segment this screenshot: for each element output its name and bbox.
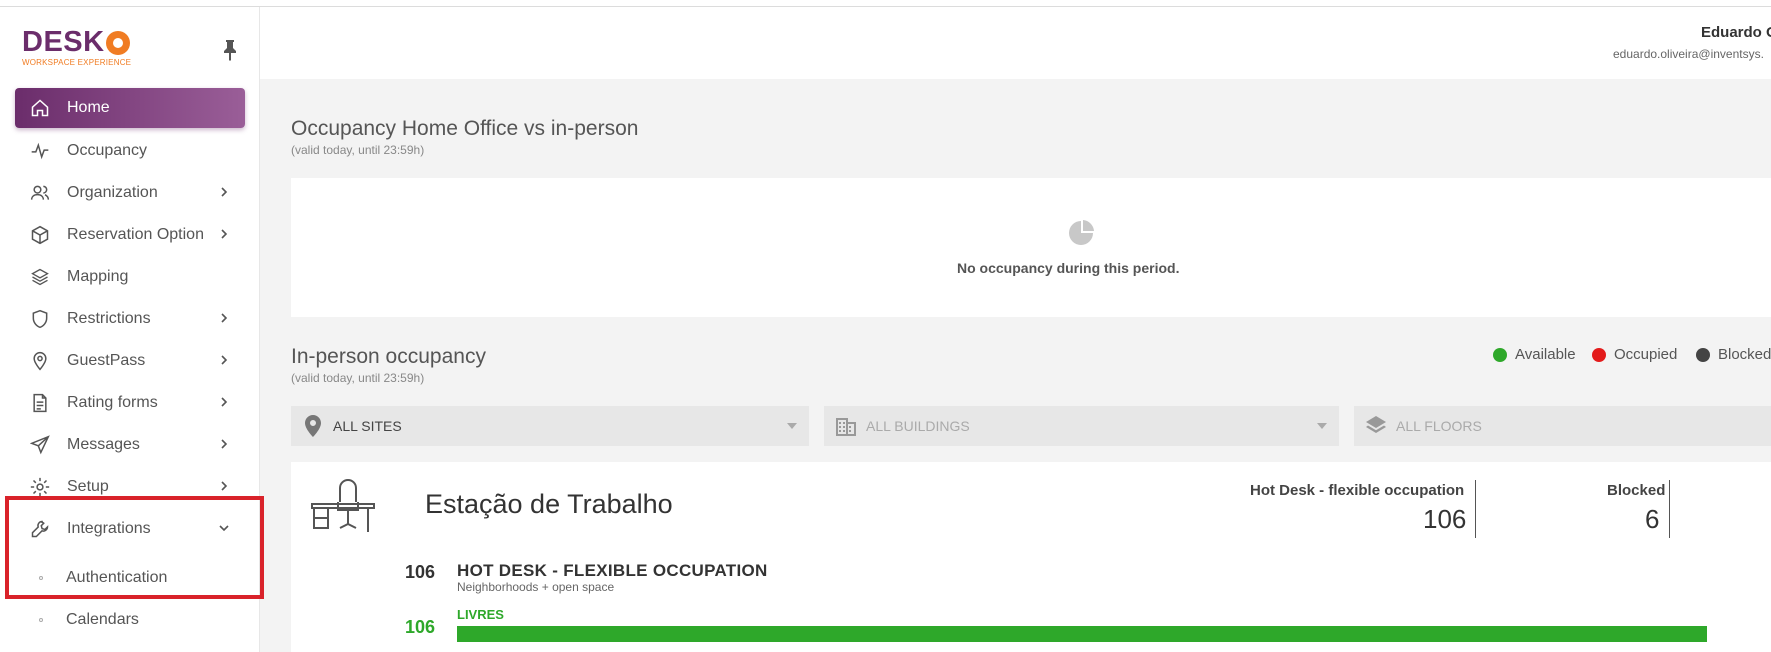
sidebar-item-restrictions[interactable]: Restrictions [15, 299, 245, 339]
row-subtitle: Neighborhoods + open space [457, 580, 615, 594]
floors-filter-value: ALL FLOORS [1396, 418, 1482, 434]
logo-o-mark [105, 30, 130, 55]
occupancy-card [291, 178, 1771, 317]
workstation-title: Estação de Trabalho [425, 489, 673, 519]
logo-tagline: WORKSPACE EXPERIENCE [22, 58, 132, 67]
chevron-right-icon [217, 227, 231, 241]
free-label: LIVRES [457, 607, 504, 622]
location-pin-icon [301, 414, 325, 438]
sidebar-item-label: Restrictions [67, 310, 151, 327]
pulse-icon [29, 140, 51, 162]
chevron-right-icon [217, 311, 231, 325]
gear-icon [29, 476, 51, 498]
legend-label: Blocked [1718, 346, 1771, 363]
legend-label: Occupied [1614, 346, 1678, 363]
sidebar-item-rating-forms[interactable]: Rating forms [15, 383, 245, 423]
chevron-right-icon [217, 395, 231, 409]
legend-dot-blocked [1696, 347, 1710, 362]
sidebar-item-guestpass[interactable]: GuestPass [15, 341, 245, 381]
stat-divider [1669, 480, 1670, 538]
document-icon [29, 392, 51, 414]
layers-icon [29, 266, 51, 288]
user-name[interactable]: Eduardo O [1701, 24, 1771, 41]
top-header [260, 7, 1771, 79]
chevron-down-icon [787, 423, 797, 429]
sites-filter[interactable]: ALL SITES [291, 406, 809, 446]
sidebar-item-messages[interactable]: Messages [15, 425, 245, 465]
legend-blocked: Blocked [1696, 346, 1771, 363]
sidebar-item-reservation-option[interactable]: Reservation Option [15, 215, 245, 255]
no-occupancy-message: No occupancy during this period. [957, 260, 1180, 276]
shield-icon [29, 308, 51, 330]
sidebar-item-label: Mapping [67, 268, 129, 285]
legend-dot-occupied [1592, 347, 1606, 362]
pie-chart-icon [1067, 219, 1095, 247]
highlight-box [5, 496, 264, 599]
sidebar-item-label: Messages [67, 436, 140, 453]
logo-wordmark: DESK [22, 26, 105, 58]
cube-icon [29, 224, 51, 246]
sidebar-item-mapping[interactable]: Mapping [15, 257, 245, 297]
sidebar-item-label: GuestPass [67, 352, 146, 369]
legend-available: Available [1493, 346, 1576, 363]
chevron-right-icon [217, 437, 231, 451]
availability-bar-fill [457, 626, 1707, 642]
users-icon [29, 182, 51, 204]
stat-label-blocked: Blocked [1607, 482, 1666, 499]
bullet-icon [39, 618, 43, 622]
stat-value-blocked: 6 [1645, 504, 1660, 534]
sidebar-item-organization[interactable]: Organization [15, 173, 245, 213]
stat-value-hot-desk: 106 [1423, 504, 1467, 534]
floors-filter[interactable]: ALL FLOORS [1354, 406, 1771, 446]
stat-divider [1475, 480, 1476, 538]
occupancy-section-subtitle: (valid today, until 23:59h) [291, 143, 425, 157]
sidebar-subitem-label: Calendars [66, 611, 139, 628]
chevron-right-icon [217, 479, 231, 493]
desko-logo[interactable]: DESK WORKSPACE EXPERIENCE [22, 26, 131, 67]
chevron-right-icon [217, 353, 231, 367]
row-title: HOT DESK - FLEXIBLE OCCUPATION [457, 561, 768, 580]
top-border [0, 0, 1771, 7]
sidebar-item-label: Rating forms [67, 394, 158, 411]
row-total-count: 106 [405, 562, 436, 582]
stat-label-hot-desk: Hot Desk - flexible occupation [1250, 482, 1465, 499]
sidebar-item-label: Organization [67, 184, 158, 201]
buildings-filter-value: ALL BUILDINGS [866, 418, 970, 434]
inperson-section-subtitle: (valid today, until 23:59h) [291, 371, 425, 385]
buildings-filter[interactable]: ALL BUILDINGS [824, 406, 1339, 446]
home-icon [29, 97, 51, 119]
building-icon [834, 414, 858, 438]
legend-dot-available [1493, 347, 1507, 362]
occupancy-section-title: Occupancy Home Office vs in-person [291, 117, 639, 140]
legend-label: Available [1515, 346, 1576, 363]
chevron-right-icon [217, 185, 231, 199]
sidebar-item-home[interactable]: Home [15, 88, 245, 128]
sidebar-item-label: Reservation Option [67, 226, 204, 243]
location-pin-icon [29, 350, 51, 372]
free-count: 106 [405, 617, 436, 637]
sidebar-item-label: Occupancy [67, 142, 148, 159]
chevron-down-icon [1317, 423, 1327, 429]
sidebar-item-occupancy[interactable]: Occupancy [15, 131, 245, 171]
layers-icon [1364, 414, 1388, 438]
user-email: eduardo.oliveira@inventsys. [1613, 47, 1764, 61]
send-icon [29, 434, 51, 456]
sites-filter-value: ALL SITES [333, 418, 402, 434]
availability-bar [457, 626, 1707, 642]
pin-icon[interactable] [220, 38, 240, 62]
desk-chair-icon [310, 478, 380, 534]
inperson-section-title: In-person occupancy [291, 345, 486, 368]
legend-occupied: Occupied [1592, 346, 1677, 363]
sidebar-item-label: Home [67, 99, 110, 116]
sidebar-item-label: Setup [67, 478, 109, 495]
sidebar-subitem-calendars[interactable]: Calendars [15, 602, 245, 638]
